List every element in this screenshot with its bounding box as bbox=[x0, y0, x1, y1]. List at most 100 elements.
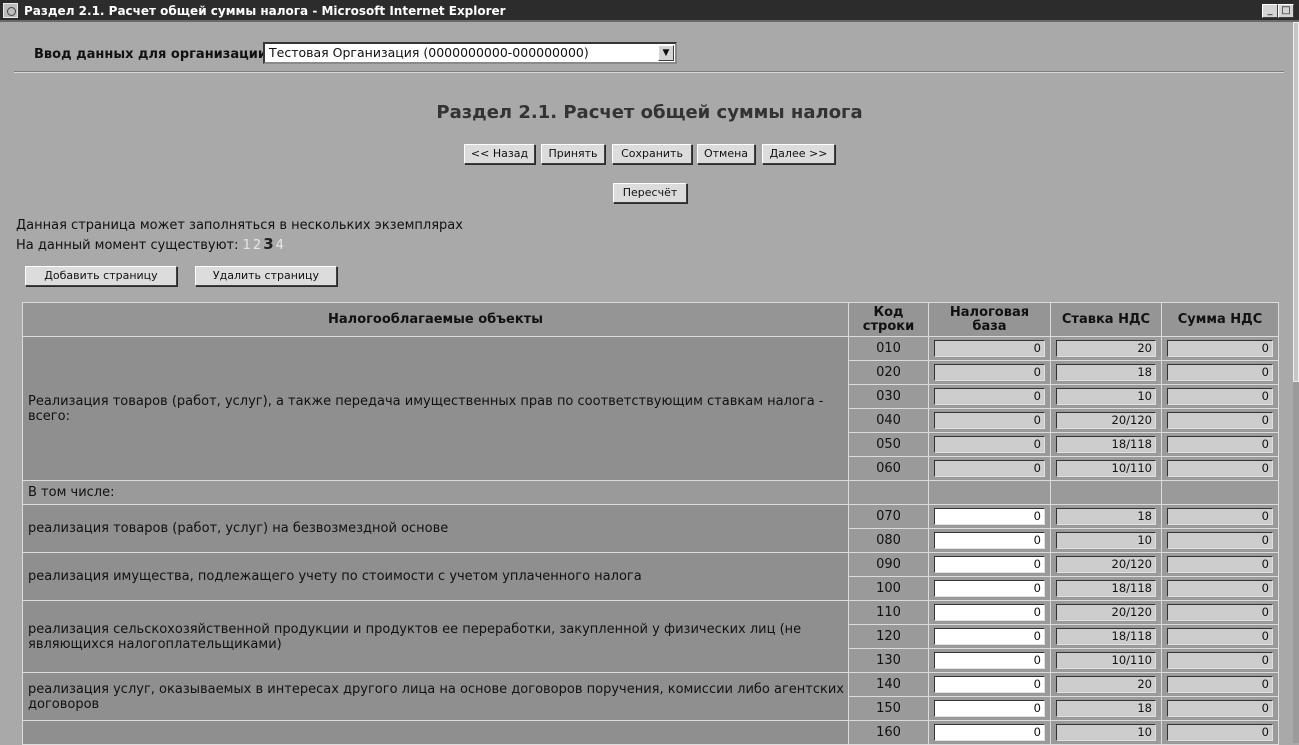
tax-base-field[interactable]: 0 bbox=[934, 652, 1045, 669]
line-code: 150 bbox=[848, 696, 929, 721]
vat-rate-field[interactable]: 20 bbox=[1056, 340, 1156, 357]
object-description bbox=[22, 720, 849, 745]
tax-base-field[interactable]: 0 bbox=[934, 388, 1045, 405]
sum-cell: 0 bbox=[1161, 648, 1279, 673]
sum-cell: 0 bbox=[1161, 720, 1279, 745]
vat-sum-field[interactable]: 0 bbox=[1167, 412, 1273, 429]
vat-rate-field[interactable]: 18 bbox=[1056, 700, 1156, 717]
vat-rate-field[interactable]: 10/110 bbox=[1056, 652, 1156, 669]
rate-cell: 18/118 bbox=[1050, 432, 1162, 457]
divider bbox=[14, 71, 1284, 73]
tax-base-field[interactable]: 0 bbox=[934, 580, 1045, 597]
vat-sum-field[interactable]: 0 bbox=[1167, 364, 1273, 381]
tax-base-field[interactable]: 0 bbox=[934, 460, 1045, 477]
base-cell: 0 bbox=[928, 648, 1051, 673]
instance-page-link[interactable]: 1 bbox=[243, 238, 251, 253]
col-header-code-l2: строки bbox=[862, 318, 915, 334]
tax-base-field[interactable]: 0 bbox=[934, 556, 1045, 573]
delete-page-button[interactable]: Удалить страницу bbox=[195, 266, 337, 286]
vat-rate-field[interactable]: 20/120 bbox=[1056, 412, 1156, 429]
cancel-button[interactable]: Отмена bbox=[697, 144, 755, 164]
vat-sum-field[interactable]: 0 bbox=[1167, 724, 1273, 741]
vat-rate-field[interactable]: 10 bbox=[1056, 388, 1156, 405]
line-code: 050 bbox=[848, 432, 929, 457]
vat-sum-field[interactable]: 0 bbox=[1167, 556, 1273, 573]
recalculate-button[interactable]: Пересчёт bbox=[613, 183, 687, 203]
accept-button[interactable]: Принять bbox=[541, 144, 605, 164]
line-code: 030 bbox=[848, 384, 929, 409]
line-code: 090 bbox=[848, 552, 929, 577]
sum-cell: 0 bbox=[1161, 432, 1279, 457]
instance-page-link[interactable]: 4 bbox=[276, 238, 284, 253]
vat-sum-field[interactable]: 0 bbox=[1167, 388, 1273, 405]
back-button[interactable]: << Назад bbox=[464, 144, 535, 164]
tax-base-field[interactable]: 0 bbox=[934, 412, 1045, 429]
vat-rate-field[interactable]: 20 bbox=[1056, 676, 1156, 693]
sum-cell: 0 bbox=[1161, 528, 1279, 553]
vat-rate-field[interactable]: 10/110 bbox=[1056, 460, 1156, 477]
tax-base-field[interactable]: 0 bbox=[934, 628, 1045, 645]
vat-sum-field[interactable]: 0 bbox=[1167, 652, 1273, 669]
vat-sum-field[interactable]: 0 bbox=[1167, 604, 1273, 621]
vat-rate-field[interactable]: 18 bbox=[1056, 364, 1156, 381]
vat-sum-field[interactable]: 0 bbox=[1167, 340, 1273, 357]
object-description: Реализация товаров (работ, услуг), а так… bbox=[22, 336, 849, 481]
sum-cell: 0 bbox=[1161, 360, 1279, 385]
instance-page-link[interactable]: 2 bbox=[253, 238, 261, 253]
vat-rate-field[interactable]: 18 bbox=[1056, 508, 1156, 525]
rate-cell: 10/110 bbox=[1050, 456, 1162, 481]
col-header-object: Налогооблагаемые объекты bbox=[22, 302, 849, 337]
sum-cell: 0 bbox=[1161, 552, 1279, 577]
save-button[interactable]: Сохранить bbox=[612, 144, 692, 164]
vat-rate-field[interactable]: 18/118 bbox=[1056, 580, 1156, 597]
section-row: В том числе: bbox=[22, 480, 1279, 505]
table-row: 160 0 10 0 bbox=[22, 720, 1279, 745]
tax-base-field[interactable]: 0 bbox=[934, 340, 1045, 357]
vertical-scrollbar[interactable] bbox=[1293, 22, 1299, 743]
tax-base-field[interactable]: 0 bbox=[934, 700, 1045, 717]
rate-cell: 18/118 bbox=[1050, 624, 1162, 649]
tax-base-field[interactable]: 0 bbox=[934, 532, 1045, 549]
vat-sum-field[interactable]: 0 bbox=[1167, 532, 1273, 549]
vat-rate-field[interactable]: 20/120 bbox=[1056, 604, 1156, 621]
vat-rate-field[interactable]: 18/118 bbox=[1056, 628, 1156, 645]
sum-cell: 0 bbox=[1161, 672, 1279, 697]
instance-page-link[interactable]: 3 bbox=[263, 235, 273, 253]
tax-base-field[interactable]: 0 bbox=[934, 724, 1045, 741]
tax-table: Налогооблагаемые объекты Код строки Налог… bbox=[22, 302, 1279, 745]
vat-sum-field[interactable]: 0 bbox=[1167, 436, 1273, 453]
maximize-button[interactable]: □ bbox=[1278, 4, 1294, 18]
vat-sum-field[interactable]: 0 bbox=[1167, 700, 1273, 717]
tax-base-field[interactable]: 0 bbox=[934, 364, 1045, 381]
vat-sum-field[interactable]: 0 bbox=[1167, 628, 1273, 645]
vat-sum-field[interactable]: 0 bbox=[1167, 676, 1273, 693]
scrollbar-thumb[interactable] bbox=[1293, 22, 1299, 382]
sum-cell: 0 bbox=[1161, 696, 1279, 721]
minimize-button[interactable]: _ bbox=[1262, 4, 1278, 18]
org-select[interactable]: Тестовая Организация (0000000000-0000000… bbox=[263, 42, 677, 64]
chevron-down-icon[interactable]: ▼ bbox=[658, 45, 674, 61]
base-cell: 0 bbox=[928, 552, 1051, 577]
vat-sum-field[interactable]: 0 bbox=[1167, 508, 1273, 525]
tax-base-field[interactable]: 0 bbox=[934, 604, 1045, 621]
sum-cell: 0 bbox=[1161, 456, 1279, 481]
add-page-button[interactable]: Добавить страницу bbox=[25, 266, 177, 286]
vat-sum-field[interactable]: 0 bbox=[1167, 580, 1273, 597]
tax-base-field[interactable]: 0 bbox=[934, 436, 1045, 453]
rate-cell: 20 bbox=[1050, 672, 1162, 697]
vat-rate-field[interactable]: 10 bbox=[1056, 724, 1156, 741]
vat-rate-field[interactable]: 10 bbox=[1056, 532, 1156, 549]
vat-rate-field[interactable]: 20/120 bbox=[1056, 556, 1156, 573]
line-code: 070 bbox=[848, 504, 929, 529]
table-row: реализация сельскохозяйственной продукци… bbox=[22, 600, 1279, 673]
base-cell: 0 bbox=[928, 360, 1051, 385]
vat-rate-field[interactable]: 18/118 bbox=[1056, 436, 1156, 453]
ie-app-icon bbox=[3, 3, 18, 18]
vat-sum-field[interactable]: 0 bbox=[1167, 460, 1273, 477]
tax-base-field[interactable]: 0 bbox=[934, 508, 1045, 525]
base-cell: 0 bbox=[928, 672, 1051, 697]
base-cell: 0 bbox=[928, 504, 1051, 529]
table-row: реализация услуг, оказываемых в интереса… bbox=[22, 672, 1279, 721]
next-button[interactable]: Далее >> bbox=[762, 144, 835, 164]
tax-base-field[interactable]: 0 bbox=[934, 676, 1045, 693]
